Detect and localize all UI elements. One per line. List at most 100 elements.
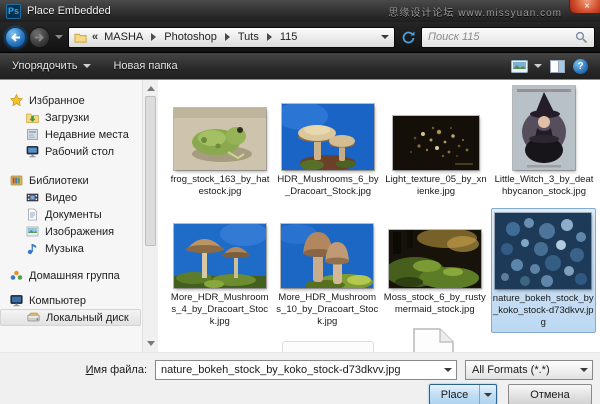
footer-bar: Имя файла: All Formats (*.*) Place Отмен… — [0, 352, 600, 404]
file-name: Little_Witch_3_by_deathbycanon_stock.jpg — [493, 174, 595, 198]
file-item-nature-bokeh-selected[interactable]: nature_bokeh_stock_by_koko_stock-d73dkvv… — [491, 208, 597, 333]
scroll-down-icon[interactable] — [147, 341, 155, 346]
new-folder-label: Новая папка — [113, 60, 177, 72]
file-item-more-mushrooms-10[interactable]: More_HDR_Mushrooms_10_by_Dracoart_Stock.… — [276, 208, 380, 333]
address-dropdown-icon[interactable] — [381, 35, 389, 39]
sidebar-item-recent-places[interactable]: Недавние места — [0, 126, 141, 143]
pictures-icon — [26, 225, 39, 238]
file-item-little-witch[interactable]: Little_Witch_3_by_deathbycanon_stock.jpg — [492, 86, 596, 198]
file-item-light-texture[interactable]: Light_texture_05_by_xnienke.jpg — [384, 86, 488, 198]
file-name: Moss_stock_6_by_rustymermaid_stock.jpg — [384, 292, 486, 316]
sidebar-label: Музыка — [45, 243, 84, 255]
chevron-down-icon — [534, 64, 542, 68]
organize-label: Упорядочить — [12, 60, 77, 72]
new-folder-button[interactable]: Новая папка — [113, 60, 177, 72]
sidebar-item-video[interactable]: Видео — [0, 189, 141, 206]
video-icon — [26, 191, 39, 204]
file-item-frog[interactable]: frog_stock_163_by_hatestock.jpg — [168, 86, 272, 198]
thumbnail-bokeh — [495, 213, 591, 289]
recent-places-icon — [26, 128, 39, 141]
sidebar-scrollbar[interactable] — [142, 80, 158, 352]
file-type-dropdown[interactable]: All Formats (*.*) — [465, 360, 593, 380]
cancel-button[interactable]: Отмена — [508, 384, 592, 404]
sidebar-item-local-disk[interactable]: Локальный диск — [0, 309, 141, 326]
breadcrumb-item-115[interactable]: 115 — [279, 31, 299, 43]
file-name: nature_bokeh_stock_by_koko_stock-d73dkvv… — [492, 293, 594, 329]
views-button[interactable] — [511, 60, 542, 73]
file-item-moss[interactable]: Moss_stock_6_by_rustymermaid_stock.jpg — [383, 208, 487, 333]
file-item-hdr-mushrooms-6[interactable]: HDR_Mushrooms_6_by_Dracoart_Stock.jpg — [276, 86, 380, 198]
file-name: More_HDR_Mushrooms_4_by_Dracoart_Stock.j… — [169, 292, 271, 328]
help-button[interactable]: ? — [573, 59, 588, 74]
preview-pane-button[interactable] — [550, 60, 565, 73]
sidebar-item-computer[interactable]: Компьютер — [0, 292, 141, 309]
thumbnail-mushrooms — [282, 104, 374, 170]
file-type-dropdown-button[interactable] — [575, 361, 592, 379]
file-icon-blank-document[interactable] — [410, 328, 456, 352]
breadcrumb-item-photoshop[interactable]: Photoshop — [163, 31, 218, 43]
navigation-sidebar: Избранное Загрузки Недавние места Рабочи… — [0, 80, 158, 352]
scroll-up-icon[interactable] — [147, 86, 155, 91]
back-button[interactable] — [5, 27, 26, 48]
file-name: More_HDR_Mushrooms_10_by_Dracoart_Stock.… — [276, 292, 378, 328]
file-name: Light_texture_05_by_xnienke.jpg — [385, 174, 487, 198]
sidebar-item-downloads[interactable]: Загрузки — [0, 109, 141, 126]
place-dropdown-button[interactable] — [479, 385, 496, 404]
address-bar[interactable]: « MASHA Photoshop Tuts 115 — [68, 27, 395, 48]
breadcrumb-item-masha[interactable]: MASHA — [103, 31, 144, 43]
main-area: Избранное Загрузки Недавние места Рабочи… — [0, 79, 600, 352]
sidebar-label: Избранное — [29, 95, 85, 107]
file-name: HDR_Mushrooms_6_by_Dracoart_Stock.jpg — [277, 174, 379, 198]
sidebar-item-pictures[interactable]: Изображения — [0, 223, 141, 240]
place-embedded-dialog: Ps Place Embedded 思缘设计论坛 www.missyuan.co… — [0, 0, 600, 404]
file-item-more-mushrooms-4[interactable]: More_HDR_Mushrooms_4_by_Dracoart_Stock.j… — [168, 208, 272, 333]
breadcrumb-overflow[interactable]: « — [91, 31, 99, 43]
sidebar-label: Недавние места — [45, 129, 129, 141]
search-input[interactable] — [428, 31, 571, 43]
sidebar-label: Видео — [45, 192, 77, 204]
homegroup-icon — [10, 269, 23, 282]
sidebar-item-favorites[interactable]: Избранное — [0, 92, 141, 109]
history-dropdown-icon[interactable] — [55, 35, 63, 39]
place-button[interactable]: Place — [430, 385, 479, 404]
photoshop-app-icon: Ps — [6, 4, 21, 19]
search-icon — [575, 31, 588, 44]
sidebar-item-desktop[interactable]: Рабочий стол — [0, 143, 141, 160]
filename-label: Имя файла: — [0, 364, 155, 376]
sidebar-label: Загрузки — [45, 112, 89, 124]
breadcrumb-separator-icon — [151, 33, 156, 41]
breadcrumb-item-tuts[interactable]: Tuts — [237, 31, 260, 43]
filename-combobox — [155, 360, 457, 380]
organize-button[interactable]: Упорядочить — [12, 60, 91, 72]
scrollbar-thumb[interactable] — [145, 96, 156, 246]
thumbnail-witch — [513, 86, 575, 170]
thumbnail-light-texture — [393, 116, 479, 170]
sidebar-label: Компьютер — [29, 295, 86, 307]
libraries-icon — [10, 174, 23, 187]
place-split-button: Place — [429, 384, 497, 404]
documents-icon — [26, 208, 39, 221]
sidebar-item-documents[interactable]: Документы — [0, 206, 141, 223]
downloads-icon — [26, 111, 39, 124]
sidebar-item-music[interactable]: Музыка — [0, 240, 141, 257]
forward-button[interactable] — [29, 27, 50, 48]
navigation-bar: « MASHA Photoshop Tuts 115 — [0, 22, 600, 52]
filename-input[interactable] — [156, 364, 439, 376]
sidebar-item-libraries[interactable]: Библиотеки — [0, 172, 141, 189]
chevron-down-icon — [444, 368, 452, 372]
close-button[interactable]: × — [569, 0, 600, 14]
chevron-down-icon — [484, 393, 492, 397]
watermark-text: 思缘设计论坛 www.missyuan.com — [388, 4, 562, 19]
folder-icon — [74, 31, 87, 44]
sidebar-label: Библиотеки — [29, 175, 89, 187]
refresh-button[interactable] — [398, 27, 418, 48]
sidebar-item-homegroup[interactable]: Домашняя группа — [0, 267, 141, 284]
thumbnail-mushrooms — [174, 224, 266, 288]
refresh-icon — [401, 30, 416, 45]
sidebar-label: Домашняя группа — [29, 270, 120, 282]
filename-dropdown-button[interactable] — [439, 361, 456, 379]
sidebar-label: Локальный диск — [46, 312, 129, 324]
disk-icon — [27, 311, 40, 324]
file-item-partial[interactable] — [282, 341, 374, 352]
breadcrumb-separator-icon — [267, 33, 272, 41]
